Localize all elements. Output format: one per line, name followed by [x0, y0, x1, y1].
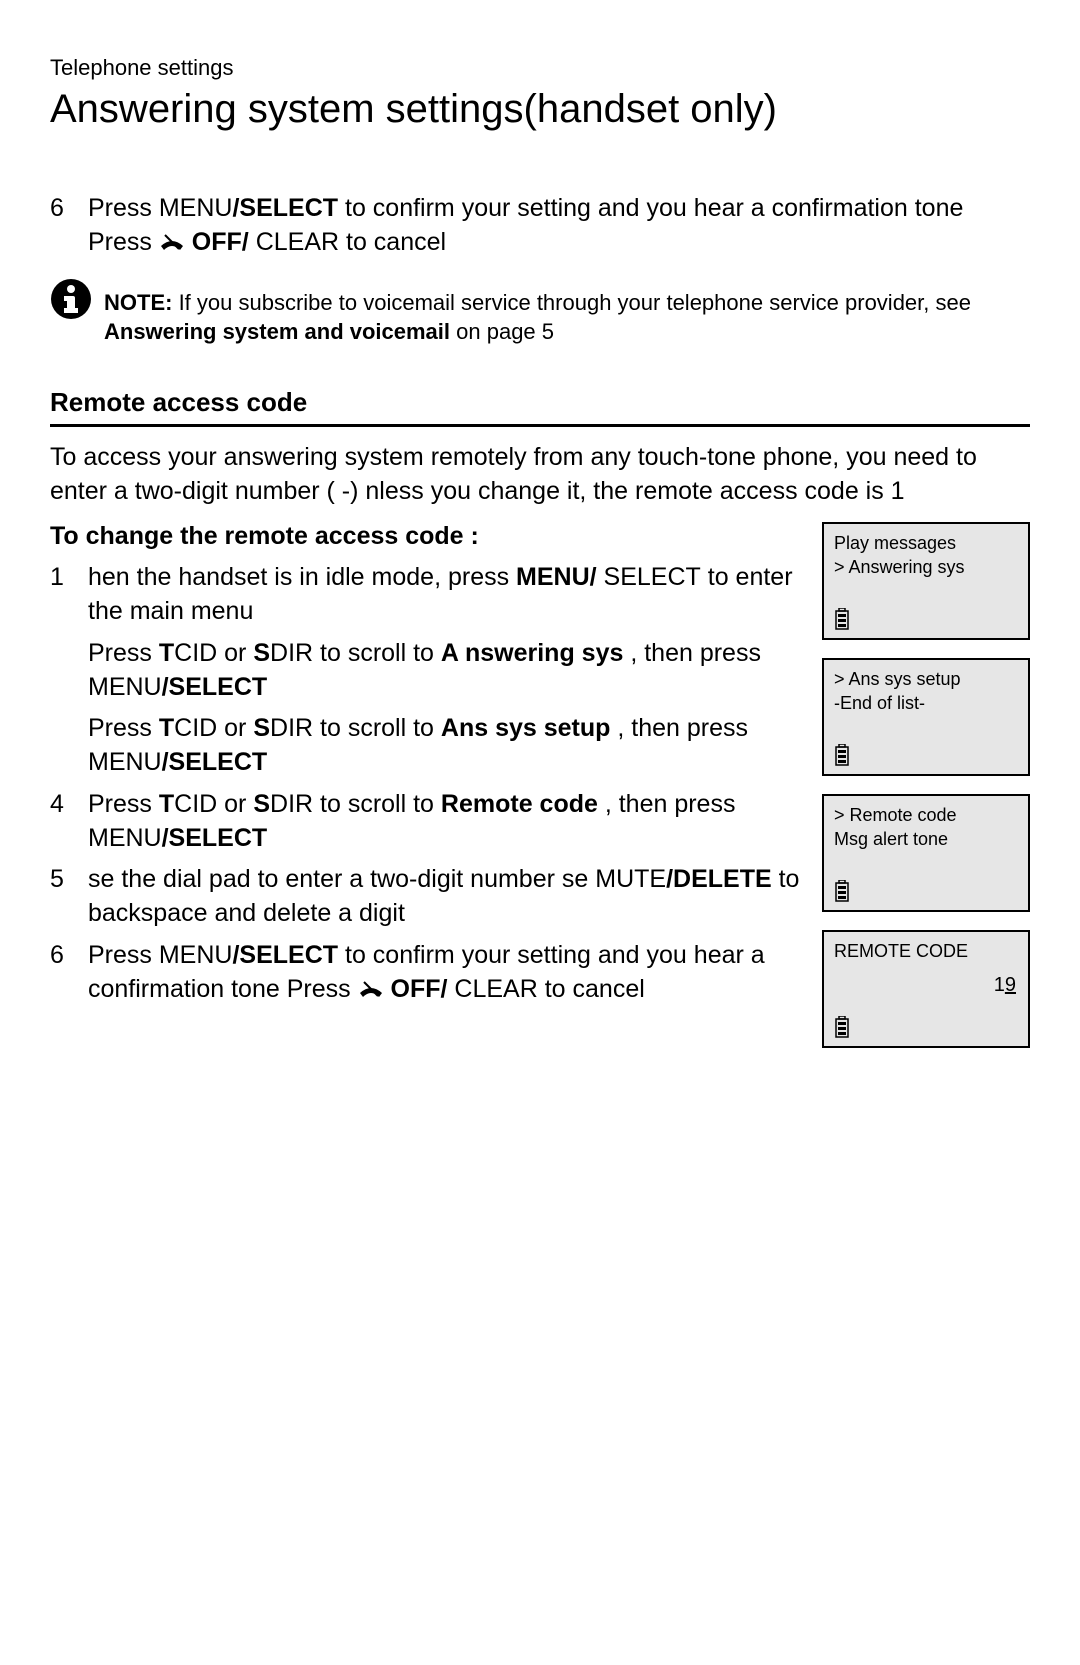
battery-icon: [834, 608, 850, 630]
top-step: 6 Press MENU/SELECT to confirm your sett…: [50, 192, 1030, 260]
step-2: Press TCID or SDIR to scroll to A nsweri…: [88, 637, 804, 705]
phone-off-icon: [159, 232, 185, 252]
step-4: 4 Press TCID or SDIR to scroll to Remote…: [50, 788, 804, 856]
remote-code-value: 19: [994, 974, 1016, 997]
step-3: Press TCID or SDIR to scroll to Ans sys …: [88, 712, 804, 780]
step-body: Press MENU/SELECT to confirm your settin…: [88, 192, 1030, 260]
lcd-screen-1: Play messages > Answering sys: [822, 522, 1030, 640]
phone-off-icon: [358, 979, 384, 999]
lcd-screen-2: > Ans sys setup -End of list-: [822, 658, 1030, 776]
note-block: NOTE: If you subscribe to voicemail serv…: [50, 278, 1030, 347]
info-icon: [50, 278, 92, 320]
steps-column: To change the remote access code : 1 hen…: [50, 522, 804, 1066]
breadcrumb: Telephone settings: [50, 55, 1030, 81]
note-text: NOTE: If you subscribe to voicemail serv…: [104, 278, 1030, 347]
step-5: 5 se the dial pad to enter a two-digit n…: [50, 863, 804, 931]
step-number: 6: [50, 192, 76, 260]
section-paragraph: To access your answering system remotely…: [50, 441, 1030, 509]
lcd-screen-4: REMOTE CODE 19: [822, 930, 1030, 1048]
section-heading: Remote access code: [50, 387, 1030, 427]
lcd-column: Play messages > Answering sys > Ans sys …: [822, 522, 1030, 1066]
lcd-screen-3: > Remote code Msg alert tone: [822, 794, 1030, 912]
step-1: 1 hen the handset is in idle mode, press…: [50, 561, 804, 629]
page-title: Answering system settings(handset only): [50, 87, 1030, 132]
battery-icon: [834, 744, 850, 766]
battery-icon: [834, 880, 850, 902]
sub-heading: To change the remote access code :: [50, 522, 804, 551]
battery-icon: [834, 1016, 850, 1038]
step-6: 6 Press MENU/SELECT to confirm your sett…: [50, 939, 804, 1007]
